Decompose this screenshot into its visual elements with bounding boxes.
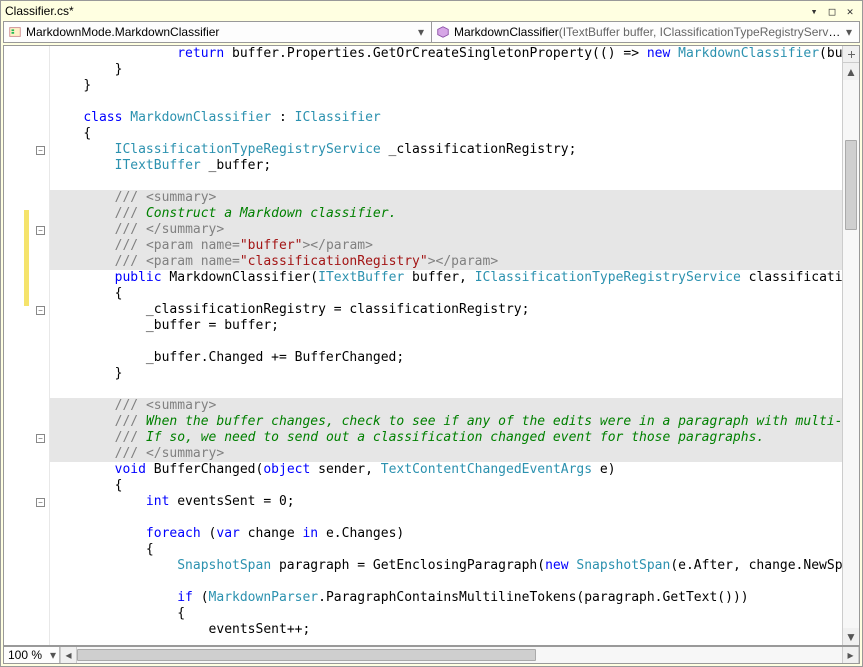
fold-toggle[interactable]: − (36, 146, 45, 155)
code-line[interactable]: IClassificationTypeRegistryService _clas… (50, 142, 842, 158)
code-line[interactable]: /// </summary> (50, 222, 842, 238)
code-line[interactable]: eventsSent++; (50, 622, 842, 638)
code-line[interactable] (50, 574, 842, 590)
code-line[interactable]: ITextBuffer _buffer; (50, 158, 842, 174)
fold-toggle[interactable]: − (36, 434, 45, 443)
code-line[interactable]: } (50, 78, 842, 94)
code-line[interactable]: _buffer = buffer; (50, 318, 842, 334)
maximize-button[interactable]: □ (824, 4, 840, 18)
code-line[interactable]: int eventsSent = 0; (50, 494, 842, 510)
scroll-up-arrow[interactable]: ▲ (843, 63, 859, 80)
type-dropdown-text: MarkdownMode.MarkdownClassifier (26, 25, 415, 39)
member-dropdown[interactable]: MarkdownClassifier(ITextBuffer buffer, I… (432, 22, 859, 42)
class-icon (8, 25, 22, 39)
code-line[interactable]: } (50, 366, 842, 382)
code-line[interactable]: { (50, 478, 842, 494)
code-line[interactable]: SnapshotSpan paragraph = GetEnclosingPar… (50, 558, 842, 574)
code-line[interactable]: } (50, 62, 842, 78)
code-line[interactable]: foreach (var change in e.Changes) (50, 526, 842, 542)
code-line[interactable]: void BufferChanged(object sender, TextCo… (50, 462, 842, 478)
scroll-thumb[interactable] (845, 140, 857, 230)
scroll-track[interactable] (843, 80, 859, 628)
code-line[interactable]: /// <summary> (50, 398, 842, 414)
code-line[interactable]: { (50, 542, 842, 558)
scroll-thumb[interactable] (77, 649, 536, 661)
window-dropdown-button[interactable]: ▾ (806, 4, 822, 18)
zoom-dropdown[interactable]: 100 % ▾ (4, 647, 60, 663)
code-line[interactable]: class MarkdownClassifier : IClassifier (50, 110, 842, 126)
editor-gutter: − − − − − (4, 46, 50, 645)
code-line[interactable] (50, 382, 842, 398)
code-line[interactable] (50, 174, 842, 190)
scroll-track[interactable] (77, 647, 842, 663)
vertical-scrollbar[interactable]: ▲ ▼ (842, 63, 859, 645)
type-dropdown[interactable]: MarkdownMode.MarkdownClassifier ▾ (4, 22, 432, 42)
code-line[interactable]: /// If so, we need to send out a classif… (50, 430, 842, 446)
horizontal-scrollbar[interactable]: ◂ ▸ (60, 647, 859, 663)
fold-toggle[interactable]: − (36, 306, 45, 315)
method-icon (436, 25, 450, 39)
editor-window: Classifier.cs* ▾ □ ✕ MarkdownMode.Markdo… (0, 0, 863, 667)
code-line[interactable]: _classificationRegistry = classification… (50, 302, 842, 318)
zoom-value: 100 % (8, 648, 42, 662)
outlining-margin: − − − − − (35, 46, 49, 645)
code-line[interactable]: /// Construct a Markdown classifier. (50, 206, 842, 222)
document-title: Classifier.cs* (5, 4, 74, 18)
window-buttons: ▾ □ ✕ (806, 4, 858, 18)
change-indicator (24, 210, 29, 306)
code-line[interactable]: /// <param name="buffer"></param> (50, 238, 842, 254)
code-line[interactable]: /// <param name="classificationRegistry"… (50, 254, 842, 270)
code-editor[interactable]: − − − − − return buffer.Properties.GetOrCrea… (3, 45, 860, 646)
scroll-down-arrow[interactable]: ▼ (843, 628, 859, 645)
scroll-left-arrow[interactable]: ◂ (60, 647, 77, 663)
member-dropdown-text: MarkdownClassifier(ITextBuffer buffer, I… (454, 25, 843, 39)
code-line[interactable]: return buffer.Properties.GetOrCreateSing… (50, 46, 842, 62)
code-line[interactable]: { (50, 126, 842, 142)
fold-toggle[interactable]: − (36, 226, 45, 235)
scroll-right-arrow[interactable]: ▸ (842, 647, 859, 663)
code-line[interactable]: /// When the buffer changes, check to se… (50, 414, 842, 430)
code-line[interactable] (50, 510, 842, 526)
code-surface[interactable]: return buffer.Properties.GetOrCreateSing… (50, 46, 842, 645)
code-line[interactable]: _buffer.Changed += BufferChanged; (50, 350, 842, 366)
code-line[interactable] (50, 334, 842, 350)
code-line[interactable]: /// </summary> (50, 446, 842, 462)
code-line[interactable]: public MarkdownClassifier(ITextBuffer bu… (50, 270, 842, 286)
titlebar: Classifier.cs* ▾ □ ✕ (1, 1, 862, 21)
code-line[interactable]: /// <summary> (50, 190, 842, 206)
close-button[interactable]: ✕ (842, 4, 858, 18)
status-bar: 100 % ▾ ◂ ▸ (3, 646, 860, 664)
navigation-bar: MarkdownMode.MarkdownClassifier ▾ Markdo… (3, 21, 860, 43)
chevron-down-icon: ▾ (50, 648, 56, 662)
code-line[interactable]: { (50, 286, 842, 302)
fold-toggle[interactable]: − (36, 498, 45, 507)
chevron-down-icon: ▾ (415, 25, 427, 39)
chevron-down-icon: ▾ (843, 25, 855, 39)
split-button[interactable] (842, 46, 859, 63)
code-line[interactable]: if (MarkdownParser.ParagraphContainsMult… (50, 590, 842, 606)
code-line[interactable]: { (50, 606, 842, 622)
code-line[interactable] (50, 94, 842, 110)
